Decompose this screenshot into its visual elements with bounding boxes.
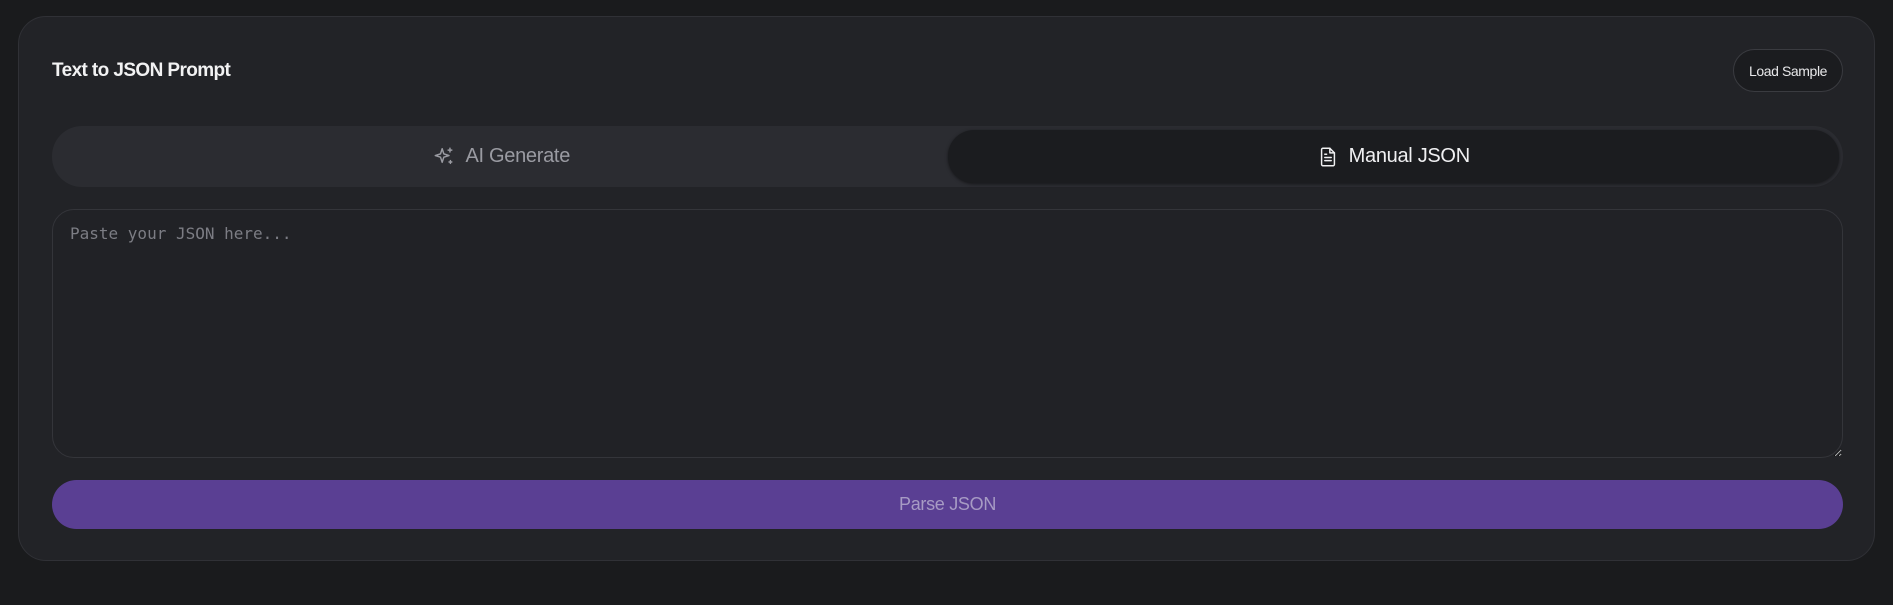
json-input[interactable] — [52, 209, 1843, 458]
text-to-json-card: Text to JSON Prompt Load Sample AI Gener… — [18, 16, 1875, 561]
sparkles-icon — [435, 147, 453, 164]
parse-json-button[interactable]: Parse JSON — [52, 480, 1843, 529]
tab-ai-generate[interactable]: AI Generate — [56, 130, 948, 183]
file-text-icon — [1320, 147, 1335, 166]
tab-label: AI Generate — [465, 145, 571, 167]
card-title: Text to JSON Prompt — [52, 60, 231, 81]
tab-manual-json[interactable]: Manual JSON — [947, 130, 1839, 183]
tab-label: Manual JSON — [1348, 145, 1471, 167]
mode-tabs: AI Generate Manual JSON — [52, 126, 1843, 187]
load-sample-button[interactable]: Load Sample — [1733, 49, 1843, 92]
